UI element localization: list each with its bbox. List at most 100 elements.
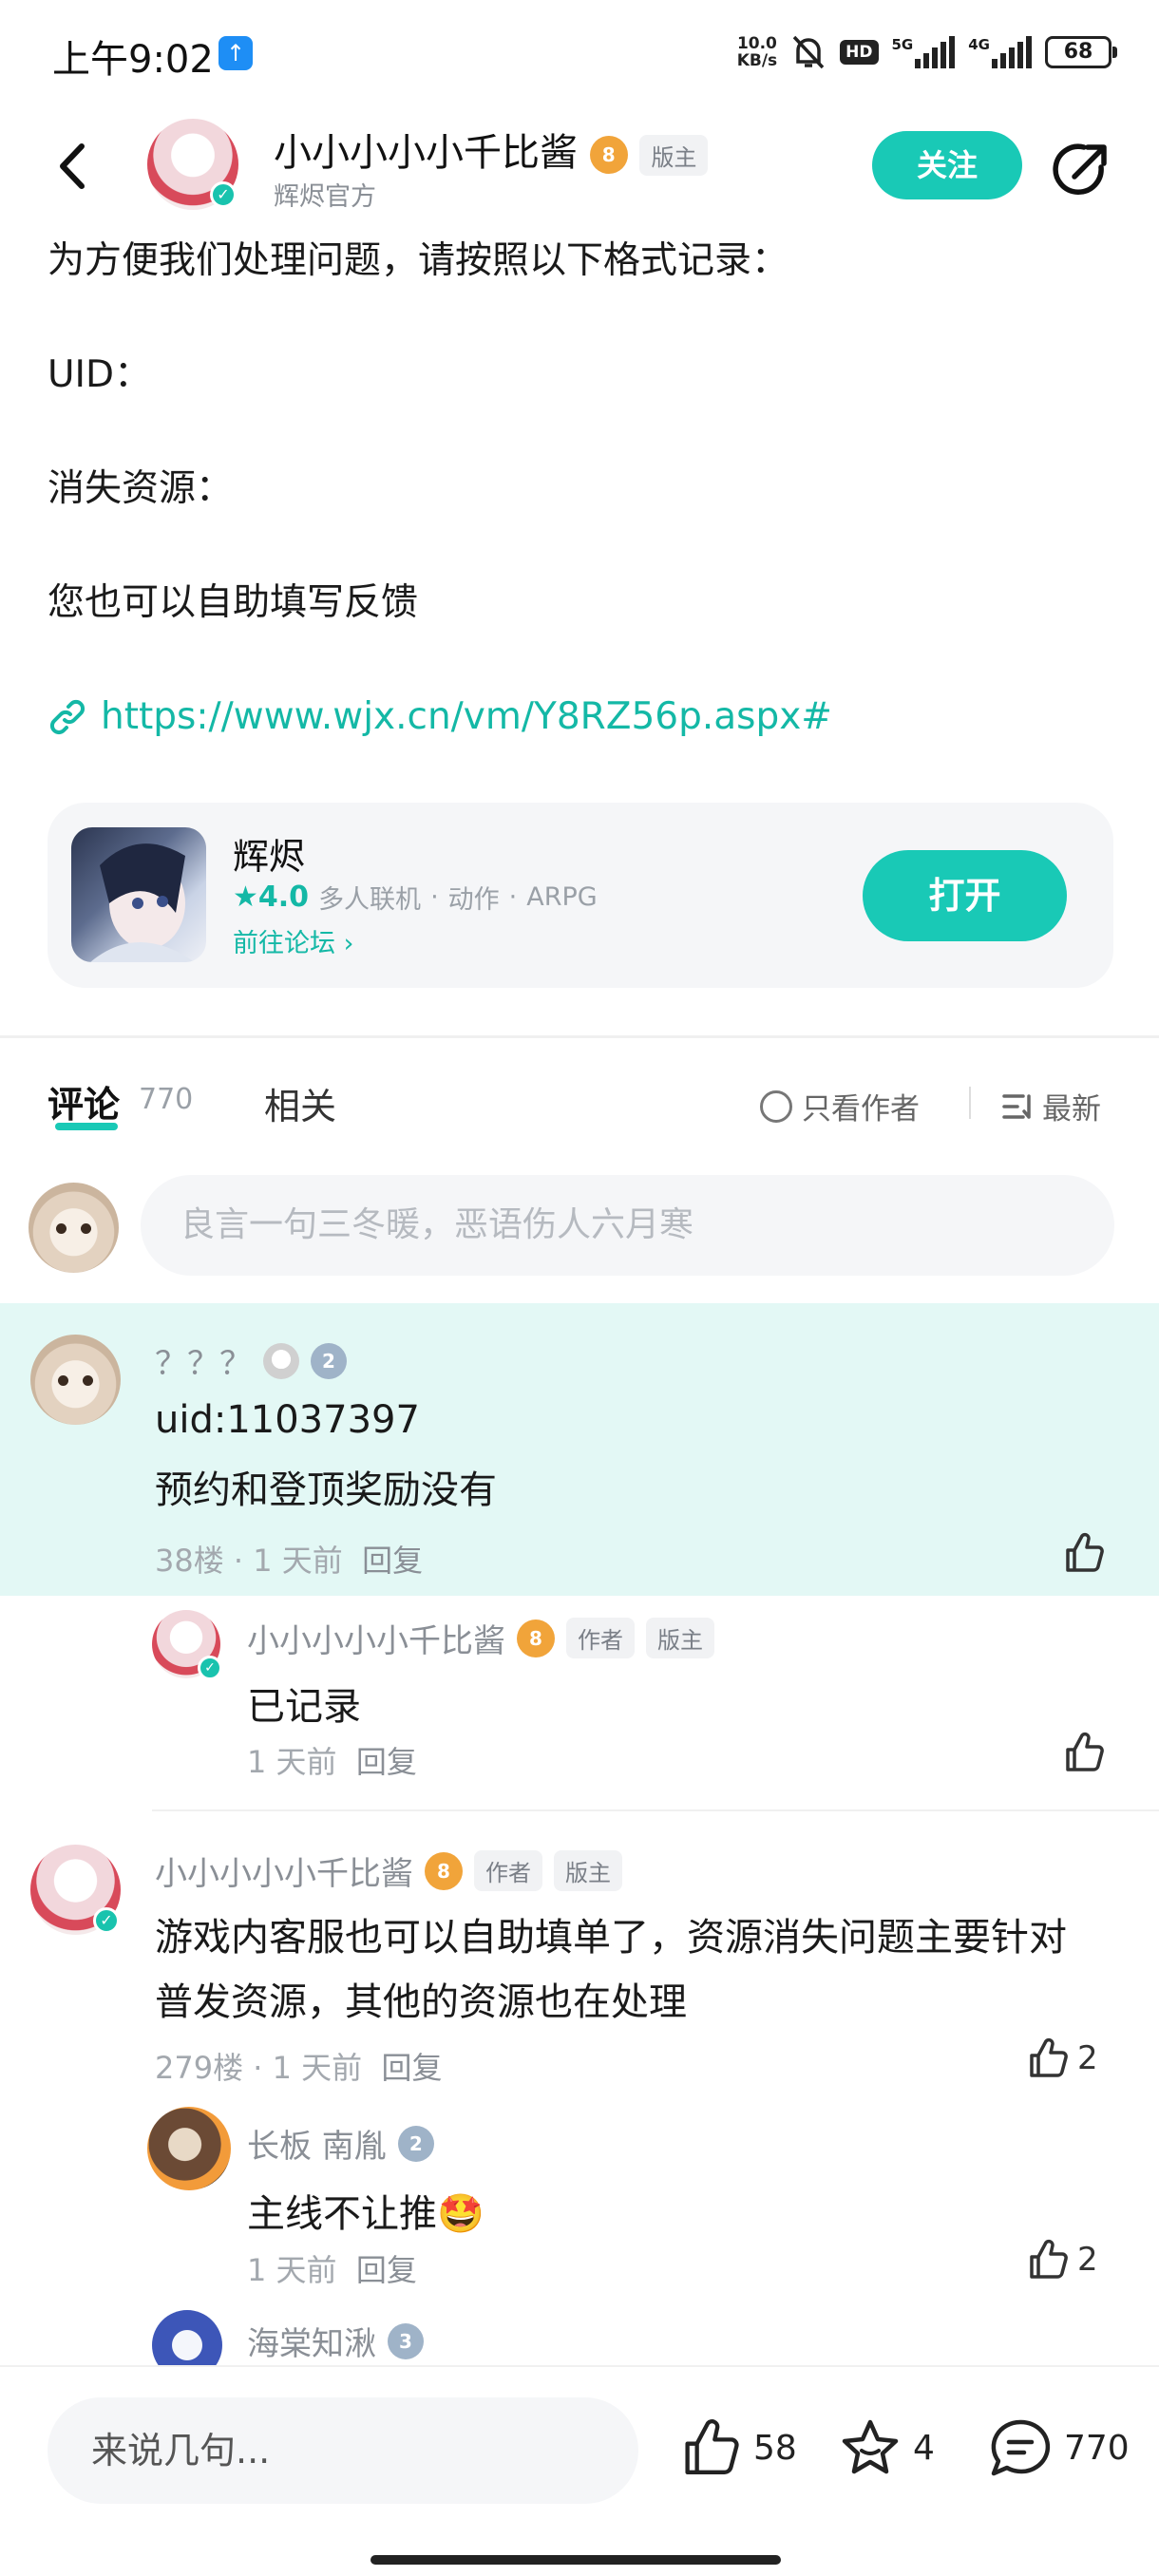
comment-time: 1 天前 (272, 2050, 363, 2086)
author-avatar[interactable]: ✓ (147, 119, 238, 210)
reply-meta: 1 天前 回复 (247, 2246, 417, 2290)
star-icon (842, 2419, 899, 2474)
post-text-line: 消失资源： (48, 467, 234, 510)
open-game-button[interactable]: 打开 (863, 850, 1067, 941)
replier-name-row: 小小小小小千比酱 8 作者 版主 (247, 1615, 714, 1661)
like-count: 2 (1077, 2039, 1098, 2077)
battery-icon: 68 (1045, 36, 1117, 68)
meta-separator: · (233, 1543, 244, 1579)
status-bar: 上午9:02 ↑ 10.0 KB/s HD 5G 4G 68 (0, 0, 1159, 104)
post-header: ✓ 小小小小小千比酱 8 版主 辉烬官方 关注 (0, 104, 1159, 228)
level-badge-icon: 8 (517, 1619, 555, 1657)
my-avatar (28, 1183, 119, 1273)
reply-time: 1 天前 (247, 2252, 337, 2288)
back-button[interactable] (48, 133, 104, 199)
signal-4g-label: 4G (968, 36, 990, 53)
verified-icon: ✓ (198, 1656, 222, 1680)
go-to-forum-link[interactable]: 前往论坛 › (233, 922, 353, 959)
go-to-forum-label: 前往论坛 (233, 929, 335, 958)
replier-name[interactable]: 海棠知湫 (247, 2318, 376, 2364)
replier-name-row: 海棠知湫 3 (247, 2318, 424, 2364)
follow-button[interactable]: 关注 (872, 131, 1022, 199)
network-speed-unit: KB/s (736, 51, 778, 70)
reply-like-button[interactable]: 2 (1026, 2238, 1098, 2282)
comment-meta: 38楼 · 1 天前 回复 (155, 1537, 423, 1581)
moderator-tag: 版主 (554, 1850, 622, 1891)
avatar-frame-icon (263, 1342, 299, 1379)
tag-separator: · (508, 882, 518, 912)
home-indicator[interactable] (370, 2555, 781, 2565)
network-speed: 10.0 KB/s (737, 35, 777, 69)
thumbs-up-icon (1030, 2239, 1068, 2279)
chevron-right-icon: › (343, 929, 354, 958)
game-app-card[interactable]: 辉烬 ★4.0 多人联机 · 动作 · ARPG 前往论坛 › 打开 (48, 803, 1113, 988)
comment-like-button[interactable]: 2 (1026, 2036, 1098, 2080)
game-app-icon (71, 827, 206, 962)
comment-input[interactable]: 良言一句三冬暖，恶语伤人六月寒 (141, 1175, 1114, 1276)
tag-separator: · (430, 882, 439, 912)
replier-avatar[interactable] (147, 2107, 231, 2190)
comment-text: uid:11037397 (155, 1398, 420, 1442)
thumbs-up-icon (1030, 2037, 1068, 2077)
comment-text: 普发资源，其他的资源也在处理 (155, 1980, 687, 2024)
reply-button[interactable]: 回复 (356, 1744, 417, 1780)
signal-4g-icon: 4G (968, 36, 1032, 68)
meta-separator: · (253, 2050, 263, 2086)
share-button[interactable] (1050, 139, 1112, 201)
tab-related[interactable]: 相关 (264, 1077, 336, 1129)
hd-voice-icon: HD (840, 40, 879, 65)
reply-text: 主线不让推🤩 (247, 2192, 484, 2236)
comment-time: 1 天前 (253, 1543, 343, 1579)
notification-app-icon: ↑ (218, 36, 253, 70)
post-text-line: UID： (48, 353, 152, 396)
replier-name-row: 长板 南胤 2 (247, 2120, 434, 2167)
comments-button[interactable]: 770 (988, 2416, 1130, 2479)
game-rating-value: 4.0 (257, 881, 310, 914)
post-text-line: 为方便我们处理问题，请按照以下格式记录： (48, 239, 789, 282)
reply-meta: 1 天前 回复 (247, 1738, 417, 1782)
reply-button[interactable]: 回复 (382, 2050, 443, 2086)
comment-like-button[interactable] (1062, 1531, 1113, 1575)
level-badge-icon: 2 (397, 2125, 434, 2162)
comment-tabs: 评论 770 相关 只看作者 最新 (0, 1064, 1159, 1159)
author-tag: 作者 (566, 1618, 635, 1658)
feedback-link[interactable]: https://www.wjx.cn/vm/Y8RZ56p.aspx# (48, 698, 832, 736)
tab-comments[interactable]: 评论 (48, 1075, 120, 1127)
commenter-name[interactable]: 小小小小小千比酱 (155, 1847, 413, 1894)
feedback-link-text: https://www.wjx.cn/vm/Y8RZ56p.aspx# (101, 695, 832, 738)
game-tag: 多人联机 (318, 885, 422, 915)
reply-button[interactable]: 回复 (356, 2252, 417, 2288)
author-only-toggle[interactable]: 只看作者 (760, 1085, 920, 1127)
signal-5g-label: 5G (891, 36, 914, 53)
sort-button[interactable]: 最新 (1002, 1085, 1101, 1127)
commenter-name[interactable]: ？？？ (155, 1337, 252, 1384)
like-post-button[interactable]: 58 (679, 2416, 797, 2479)
reply-button[interactable]: 回复 (362, 1543, 423, 1579)
reply-like-button[interactable] (1062, 1731, 1113, 1774)
bottom-action-bar: 来说几句... 58 4 770 (0, 2365, 1159, 2576)
replier-name[interactable]: 长板 南胤 (247, 2120, 387, 2167)
commenter-avatar[interactable] (30, 1335, 121, 1425)
radio-icon (760, 1089, 792, 1123)
author-name-row[interactable]: 小小小小小千比酱 8 版主 (274, 122, 709, 177)
replier-name[interactable]: 小小小小小千比酱 (247, 1615, 505, 1661)
tab-separator (969, 1087, 971, 1119)
moderator-tag: 版主 (646, 1618, 714, 1658)
author-name: 小小小小小千比酱 (274, 131, 578, 175)
thumbs-up-icon (1066, 1532, 1104, 1572)
say-something-input[interactable]: 来说几句... (48, 2397, 638, 2504)
game-tag: 动作 (447, 885, 500, 915)
game-tag: ARPG (526, 882, 598, 912)
level-badge-icon: 2 (311, 1342, 347, 1379)
sort-label: 最新 (1042, 1092, 1101, 1127)
game-meta: ★4.0 多人联机 · 动作 · ARPG (233, 879, 598, 916)
share-icon (1053, 143, 1107, 196)
mute-bell-icon (790, 33, 826, 71)
commenter-avatar[interactable]: ✓ (30, 1845, 121, 1935)
favorite-button[interactable]: 4 (839, 2416, 935, 2479)
replier-avatar[interactable]: ✓ (152, 1610, 222, 1680)
status-icons: 10.0 KB/s HD 5G 4G 68 (737, 28, 1117, 76)
status-time: 上午9:02 (52, 38, 214, 82)
comment-text: 预约和登顶奖励没有 (155, 1468, 497, 1512)
comment-count: 770 (1064, 2428, 1130, 2468)
